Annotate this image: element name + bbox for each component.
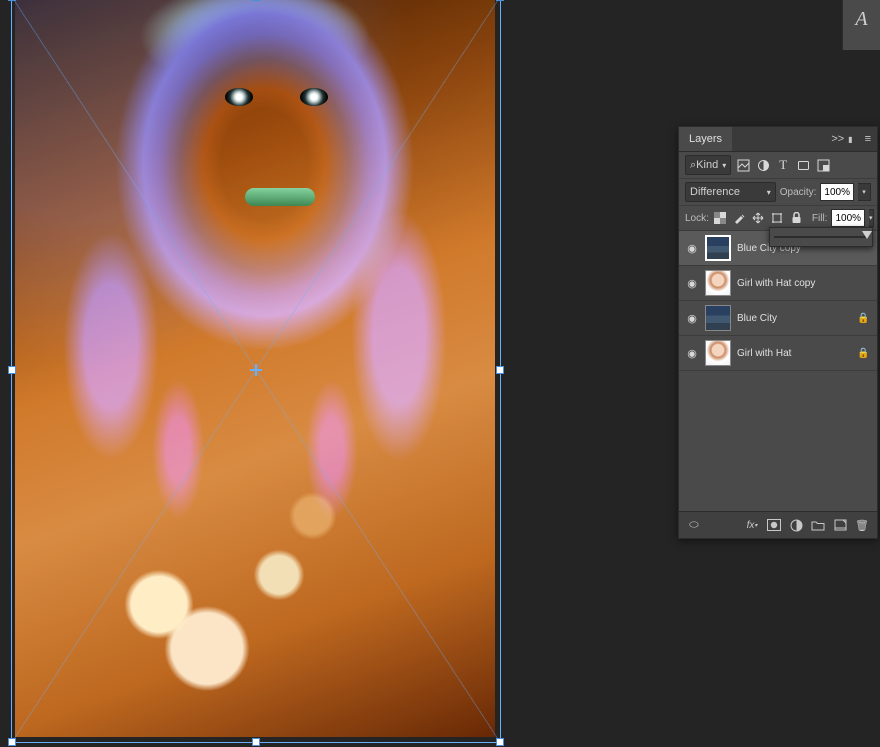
layer-name-label[interactable]: Blue City xyxy=(737,313,851,324)
chevron-down-icon: ▾ xyxy=(767,188,771,197)
filter-kind-select[interactable]: ⌕ Kind ▾ xyxy=(685,155,731,175)
lock-all-icon[interactable] xyxy=(789,211,804,226)
layer-filter-row: ⌕ Kind ▾ T xyxy=(679,152,877,179)
layers-panel: Layers >> ▮ ≡ ⌕ Kind ▾ T Difference ▾ Op… xyxy=(678,126,878,539)
chevron-down-icon: ▾ xyxy=(722,161,726,170)
layer-row[interactable]: ◉ Girl with Hat 🔒 xyxy=(679,336,877,371)
lock-pixels-icon[interactable] xyxy=(732,211,747,226)
layer-row[interactable]: ◉ Girl with Hat copy xyxy=(679,266,877,301)
right-toolbar: A xyxy=(842,0,880,50)
filter-kind-label: Kind xyxy=(696,159,718,171)
panel-tabbar: Layers >> ▮ ≡ xyxy=(679,127,877,152)
lock-artboard-icon[interactable] xyxy=(770,211,785,226)
blend-opacity-row: Difference ▾ Opacity: 100% ▾ xyxy=(679,179,877,206)
opacity-slider-track[interactable] xyxy=(774,236,868,238)
opacity-slider-thumb[interactable] xyxy=(862,231,872,239)
transform-handle-bottom-center[interactable] xyxy=(252,738,260,746)
layer-name-label[interactable]: Girl with Hat copy xyxy=(737,278,851,289)
fill-dropdown[interactable]: ▾ xyxy=(869,209,874,227)
blend-mode-select[interactable]: Difference ▾ xyxy=(685,182,776,202)
new-layer-icon[interactable] xyxy=(831,518,849,533)
lock-indicator-icon: 🔒 xyxy=(857,313,871,324)
transform-handle-bottom-right[interactable] xyxy=(496,738,504,746)
layers-list[interactable]: ◉Blue City copy◉Girl with Hat copy◉Blue … xyxy=(679,231,877,511)
layers-panel-footer: ⬭ fx▾ 🗑 xyxy=(679,511,877,538)
face-eye-right xyxy=(300,88,328,106)
transform-handle-middle-right[interactable] xyxy=(496,366,504,374)
lock-indicator-icon: 🔒 xyxy=(857,348,871,359)
transform-handle-top-right[interactable] xyxy=(496,0,504,1)
filter-type-icon[interactable]: T xyxy=(775,158,791,173)
artboard-image xyxy=(15,0,495,737)
layer-row[interactable]: ◉ Blue City 🔒 xyxy=(679,301,877,336)
collapse-icon: >> xyxy=(831,133,844,145)
face-lips xyxy=(245,188,315,206)
panel-menu-button[interactable]: ≡ xyxy=(859,133,877,145)
canvas-area[interactable] xyxy=(0,0,680,747)
visibility-toggle[interactable]: ◉ xyxy=(685,242,699,255)
add-mask-icon[interactable] xyxy=(765,518,783,533)
filter-smartobject-icon[interactable] xyxy=(815,158,831,173)
lock-transparency-icon[interactable] xyxy=(713,211,728,226)
visibility-toggle[interactable]: ◉ xyxy=(685,312,699,325)
lock-label: Lock: xyxy=(685,213,709,224)
layer-thumbnail[interactable] xyxy=(705,235,731,261)
panel-collapse-button[interactable]: >> ▮ xyxy=(825,133,858,145)
face-eye-left xyxy=(225,88,253,106)
layer-fx-icon[interactable]: fx▾ xyxy=(743,518,761,533)
blend-mode-value: Difference xyxy=(690,186,740,198)
fill-label: Fill: xyxy=(812,213,828,224)
composite-face xyxy=(15,0,495,457)
layer-thumbnail[interactable] xyxy=(705,305,731,331)
opacity-label: Opacity: xyxy=(780,187,817,198)
transform-handle-bottom-left[interactable] xyxy=(8,738,16,746)
new-adjustment-icon[interactable] xyxy=(787,518,805,533)
visibility-toggle[interactable]: ◉ xyxy=(685,277,699,290)
layer-thumbnail[interactable] xyxy=(705,270,731,296)
layer-name-label[interactable]: Girl with Hat xyxy=(737,348,851,359)
layers-tab[interactable]: Layers xyxy=(679,127,732,151)
character-panel-icon[interactable]: A xyxy=(855,8,867,31)
lock-position-icon[interactable] xyxy=(751,211,766,226)
layer-thumbnail[interactable] xyxy=(705,340,731,366)
link-layers-icon[interactable]: ⬭ xyxy=(685,518,703,533)
fill-input[interactable]: 100% xyxy=(831,209,865,227)
visibility-toggle[interactable]: ◉ xyxy=(685,347,699,360)
opacity-dropdown[interactable]: ▾ xyxy=(858,183,871,201)
opacity-slider-flyout[interactable] xyxy=(769,227,873,247)
filter-shape-icon[interactable] xyxy=(795,158,811,173)
new-group-icon[interactable] xyxy=(809,518,827,533)
filter-adjustment-icon[interactable] xyxy=(755,158,771,173)
filter-pixel-icon[interactable] xyxy=(735,158,751,173)
opacity-input[interactable]: 100% xyxy=(820,183,854,201)
delete-layer-icon[interactable]: 🗑 xyxy=(853,518,871,533)
